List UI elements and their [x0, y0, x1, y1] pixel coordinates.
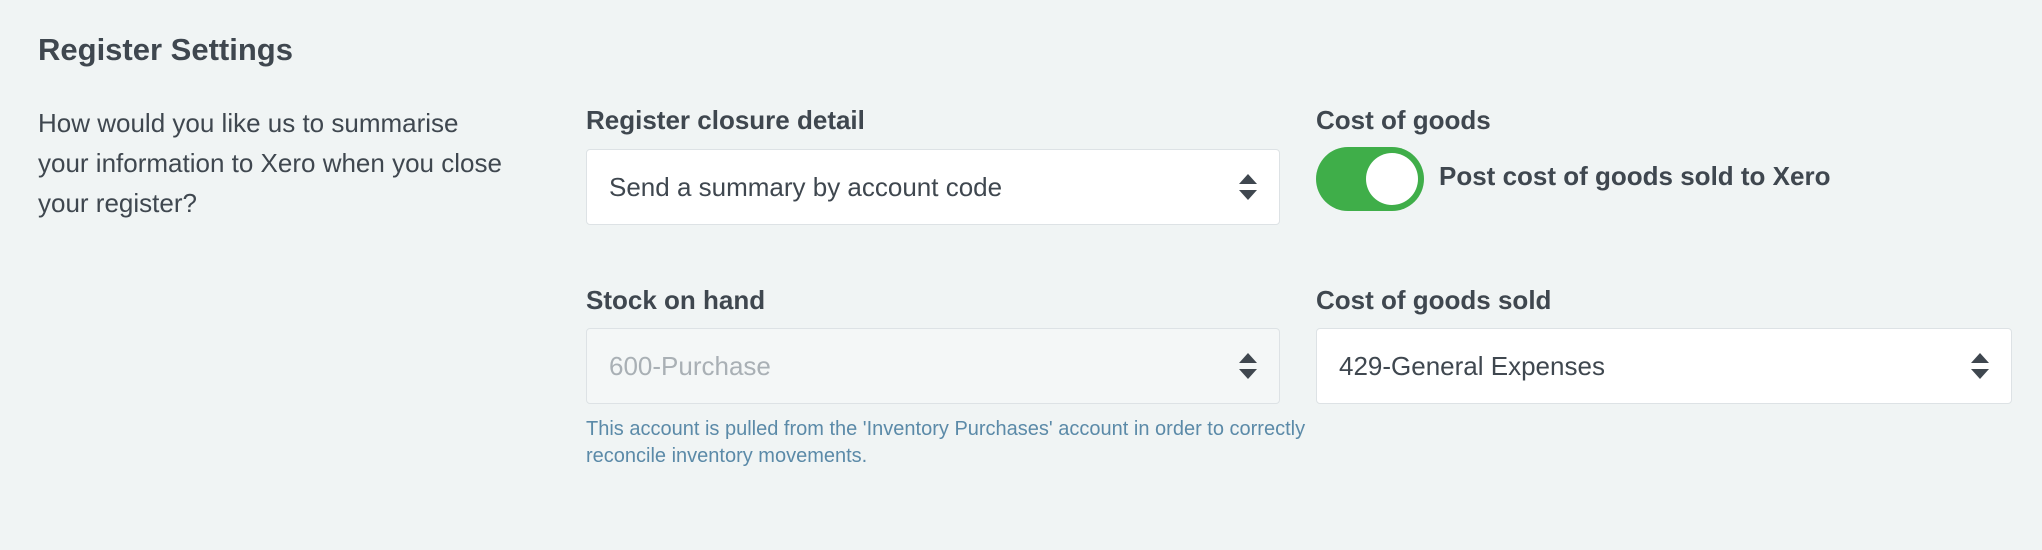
stock-on-hand-value: 600-Purchase: [609, 350, 771, 381]
stock-on-hand-select: 600-Purchase: [586, 328, 1280, 404]
select-arrows-icon: [1239, 171, 1257, 203]
section-title: Register Settings: [38, 32, 293, 67]
stock-on-hand-help-text: This account is pulled from the 'Invento…: [586, 418, 1306, 467]
section-description: How would you like us to summarise your …: [38, 108, 502, 218]
toggle-knob: [1366, 153, 1418, 205]
cost-of-goods-toggle[interactable]: [1316, 147, 1424, 211]
cost-of-goods-sold-value: 429-General Expenses: [1339, 350, 1605, 381]
cost-of-goods-sold-select[interactable]: 429-General Expenses: [1316, 328, 2012, 404]
select-arrows-icon: [1971, 350, 1989, 382]
register-closure-select[interactable]: Send a summary by account code: [586, 149, 1280, 225]
cost-of-goods-toggle-label[interactable]: Post cost of goods sold to Xero: [1439, 159, 1830, 193]
select-arrows-icon: [1239, 350, 1257, 382]
register-settings-page: Register Settings How would you like us …: [0, 0, 2042, 550]
stock-on-hand-label: Stock on hand: [586, 285, 766, 315]
cost-of-goods-sold-label: Cost of goods sold: [1316, 285, 1552, 315]
register-closure-label: Register closure detail: [586, 105, 865, 135]
cost-of-goods-label: Cost of goods: [1316, 105, 1491, 135]
register-closure-value: Send a summary by account code: [609, 171, 1003, 202]
